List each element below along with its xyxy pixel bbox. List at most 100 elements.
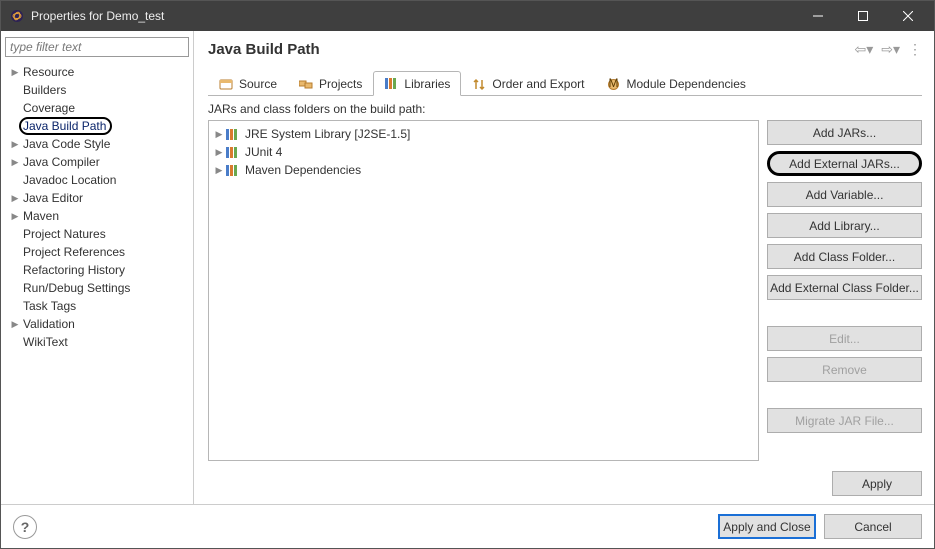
nav-item-label: Java Compiler <box>21 155 100 169</box>
nav-item-wikitext[interactable]: WikiText <box>7 333 189 351</box>
add-jars-button[interactable]: Add JARs... <box>767 120 922 145</box>
order-icon <box>472 77 487 92</box>
nav-item-label: Java Code Style <box>21 137 110 151</box>
button-column: Add JARs... Add External JARs... Add Var… <box>767 120 922 461</box>
nav-tree[interactable]: ▶ResourceBuildersCoverageJava Build Path… <box>5 63 189 498</box>
tab-label: Order and Export <box>492 77 584 91</box>
page-header: Java Build Path ⇦▾ ⇨▾ ⋮ <box>208 41 922 58</box>
section-label: JARs and class folders on the build path… <box>208 102 922 116</box>
tab-module-dependencies[interactable]: M Module Dependencies <box>595 71 756 96</box>
nav-item-resource[interactable]: ▶Resource <box>7 63 189 81</box>
tab-label: Module Dependencies <box>626 77 745 91</box>
nav-item-label: Java Build Path <box>19 117 112 135</box>
nav-item-label: Resource <box>21 65 74 79</box>
tab-bar: Source Projects Libraries Order and Export M… <box>208 70 922 96</box>
filter-input[interactable]: type filter text <box>5 37 189 57</box>
spacer <box>767 388 922 402</box>
maximize-button[interactable] <box>840 1 885 31</box>
remove-button: Remove <box>767 357 922 382</box>
tab-label: Libraries <box>404 77 450 91</box>
back-icon[interactable]: ⇦▾ <box>854 41 873 58</box>
nav-item-label: Task Tags <box>21 299 76 313</box>
libraries-tree[interactable]: ▶ JRE System Library [J2SE-1.5] ▶ JUnit 4 ▶ M… <box>208 120 759 461</box>
nav-item-javadoc-location[interactable]: Javadoc Location <box>7 171 189 189</box>
apply-and-close-button[interactable]: Apply and Close <box>718 514 816 539</box>
nav-item-label: Maven <box>21 209 59 223</box>
nav-item-label: Javadoc Location <box>21 173 116 187</box>
close-button[interactable] <box>885 1 930 31</box>
dialog-body: type filter text ▶ResourceBuildersCovera… <box>1 31 934 504</box>
nav-item-run-debug-settings[interactable]: Run/Debug Settings <box>7 279 189 297</box>
dialog-footer: ? Apply and Close Cancel <box>1 504 934 548</box>
library-item[interactable]: ▶ Maven Dependencies <box>213 161 754 179</box>
header-toolbar: ⇦▾ ⇨▾ ⋮ <box>854 41 922 58</box>
add-variable-button[interactable]: Add Variable... <box>767 182 922 207</box>
nav-item-label: Run/Debug Settings <box>21 281 130 295</box>
right-panel: Java Build Path ⇦▾ ⇨▾ ⋮ Source Projects Li… <box>194 31 934 504</box>
library-label: Maven Dependencies <box>245 163 361 177</box>
expand-icon: ▶ <box>9 211 21 222</box>
add-class-folder-button[interactable]: Add Class Folder... <box>767 244 922 269</box>
expand-icon: ▶ <box>9 319 21 330</box>
nav-item-label: Java Editor <box>21 191 83 205</box>
tab-projects[interactable]: Projects <box>288 71 373 96</box>
eclipse-icon <box>9 8 25 24</box>
library-icon <box>225 127 241 141</box>
help-button[interactable]: ? <box>13 515 37 539</box>
library-icon <box>384 76 399 91</box>
migrate-jar-button: Migrate JAR File... <box>767 408 922 433</box>
library-item[interactable]: ▶ JUnit 4 <box>213 143 754 161</box>
cancel-button[interactable]: Cancel <box>824 514 922 539</box>
library-label: JRE System Library [J2SE-1.5] <box>245 127 410 141</box>
library-icon <box>225 145 241 159</box>
tab-libraries[interactable]: Libraries <box>373 71 461 96</box>
nav-item-java-editor[interactable]: ▶Java Editor <box>7 189 189 207</box>
apply-row: Apply <box>208 461 922 496</box>
source-icon <box>219 77 234 92</box>
spacer <box>767 306 922 320</box>
page-title: Java Build Path <box>208 41 854 58</box>
projects-icon <box>299 77 314 92</box>
apply-button[interactable]: Apply <box>832 471 922 496</box>
nav-item-label: Refactoring History <box>21 263 125 277</box>
nav-item-java-compiler[interactable]: ▶Java Compiler <box>7 153 189 171</box>
expand-icon: ▶ <box>9 139 21 150</box>
nav-item-builders[interactable]: Builders <box>7 81 189 99</box>
library-item[interactable]: ▶ JRE System Library [J2SE-1.5] <box>213 125 754 143</box>
left-panel: type filter text ▶ResourceBuildersCovera… <box>1 31 194 504</box>
module-icon: M <box>606 77 621 92</box>
library-icon <box>225 163 241 177</box>
expand-icon: ▶ <box>213 165 225 176</box>
nav-item-java-code-style[interactable]: ▶Java Code Style <box>7 135 189 153</box>
expand-icon: ▶ <box>213 147 225 158</box>
tab-label: Source <box>239 77 277 91</box>
expand-icon: ▶ <box>213 129 225 140</box>
nav-item-validation[interactable]: ▶Validation <box>7 315 189 333</box>
nav-item-project-references[interactable]: Project References <box>7 243 189 261</box>
tab-label: Projects <box>319 77 362 91</box>
add-library-button[interactable]: Add Library... <box>767 213 922 238</box>
nav-item-maven[interactable]: ▶Maven <box>7 207 189 225</box>
library-label: JUnit 4 <box>245 145 282 159</box>
forward-icon[interactable]: ⇨▾ <box>881 41 900 58</box>
minimize-button[interactable] <box>795 1 840 31</box>
titlebar: Properties for Demo_test <box>1 1 934 31</box>
nav-item-label: Coverage <box>21 101 75 115</box>
nav-item-label: WikiText <box>21 335 68 349</box>
expand-icon: ▶ <box>9 67 21 78</box>
nav-item-coverage[interactable]: Coverage <box>7 99 189 117</box>
tab-source[interactable]: Source <box>208 71 288 96</box>
edit-button: Edit... <box>767 326 922 351</box>
add-external-jars-button[interactable]: Add External JARs... <box>767 151 922 176</box>
view-menu-icon[interactable]: ⋮ <box>908 41 922 58</box>
filter-placeholder: type filter text <box>10 40 81 54</box>
nav-item-label: Validation <box>21 317 75 331</box>
add-external-class-folder-button[interactable]: Add External Class Folder... <box>767 275 922 300</box>
tab-order-and-export[interactable]: Order and Export <box>461 71 595 96</box>
nav-item-java-build-path[interactable]: Java Build Path <box>7 117 189 135</box>
libraries-area: ▶ JRE System Library [J2SE-1.5] ▶ JUnit 4 ▶ M… <box>208 120 922 461</box>
svg-text:M: M <box>609 77 619 90</box>
nav-item-task-tags[interactable]: Task Tags <box>7 297 189 315</box>
nav-item-project-natures[interactable]: Project Natures <box>7 225 189 243</box>
nav-item-refactoring-history[interactable]: Refactoring History <box>7 261 189 279</box>
